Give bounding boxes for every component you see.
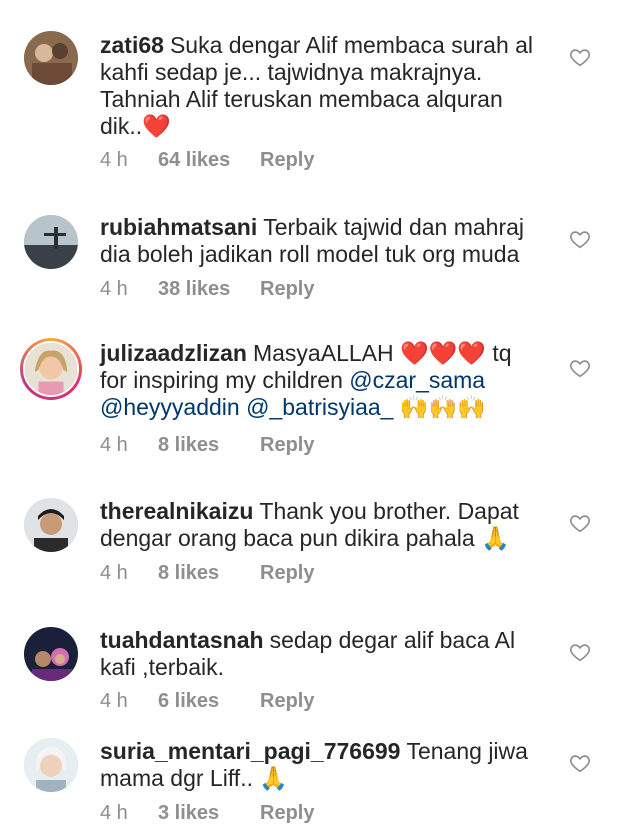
- heart-icon[interactable]: [569, 752, 591, 774]
- heart-emoji: ❤️: [142, 113, 171, 139]
- comment-time: 4 h: [100, 690, 128, 712]
- reply-button[interactable]: Reply: [260, 562, 314, 585]
- pray-emoji: 🙏: [481, 525, 510, 551]
- avatar[interactable]: [24, 31, 78, 85]
- avatar-photo-icon: [24, 627, 78, 681]
- comment-meta: 4 h 3 likes Reply: [100, 802, 314, 825]
- reply-button[interactable]: Reply: [260, 278, 314, 301]
- comment-likes[interactable]: 38 likes: [158, 278, 260, 301]
- comment-time: 4 h: [100, 562, 128, 584]
- comment-list: zati68 Suka dengar Alif membaca surah al …: [0, 0, 623, 834]
- comment-text: zati68 Suka dengar Alif membaca surah al …: [100, 32, 540, 140]
- comment-time: 4 h: [100, 434, 128, 456]
- pray-emoji: 🙏: [259, 765, 289, 791]
- comment-username[interactable]: tuahdantasnah: [100, 627, 264, 653]
- comment-text: suria_mentari_pagi_776699 Tenang jiwa mam…: [100, 738, 540, 792]
- comment-meta: 4 h 38 likes Reply: [100, 278, 314, 301]
- raised-hands-emoji: 🙌🙌🙌: [399, 394, 486, 420]
- comment-text: rubiahmatsani Terbaik tajwid dan mahraj d…: [100, 214, 540, 268]
- heart-icon[interactable]: [569, 641, 591, 663]
- heart-emoji: ❤️❤️❤️: [400, 340, 486, 366]
- heart-icon[interactable]: [569, 46, 591, 68]
- comment-likes[interactable]: 8 likes: [158, 434, 260, 457]
- mention-link[interactable]: @czar_sama: [349, 367, 485, 393]
- avatar[interactable]: [24, 215, 78, 269]
- comment-likes[interactable]: 3 likes: [158, 802, 260, 825]
- comment-text: tuahdantasnah sedap degar alif baca Al ka…: [100, 627, 540, 681]
- avatar-photo-icon: [24, 215, 78, 269]
- comment-time: 4 h: [100, 802, 128, 824]
- comment-username[interactable]: suria_mentari_pagi_776699: [100, 738, 400, 764]
- comment-likes[interactable]: 64 likes: [158, 149, 260, 172]
- comment-username[interactable]: julizaadzlizan: [100, 340, 247, 366]
- comment-meta: 4 h 64 likes Reply: [100, 149, 314, 172]
- comment-time: 4 h: [100, 278, 128, 300]
- mention-link[interactable]: @heyyyaddin: [100, 394, 240, 420]
- comment-username[interactable]: therealnikaizu: [100, 498, 253, 524]
- comment-likes[interactable]: 6 likes: [158, 690, 260, 713]
- comment-likes[interactable]: 8 likes: [158, 562, 260, 585]
- mention-link[interactable]: @_batrisyiaa_: [246, 394, 393, 420]
- avatar[interactable]: [24, 627, 78, 681]
- avatar-photo-icon: [24, 31, 78, 85]
- comment-meta: 4 h 8 likes Reply: [100, 562, 314, 585]
- reply-button[interactable]: Reply: [260, 149, 314, 172]
- avatar-photo-icon: [24, 738, 78, 792]
- heart-icon[interactable]: [569, 357, 591, 379]
- avatar-photo-icon: [25, 343, 77, 395]
- avatar[interactable]: [24, 738, 78, 792]
- avatar[interactable]: [24, 498, 78, 552]
- comment-text: julizaadzlizan MasyaALLAH ❤️❤️❤️ tq for i…: [100, 340, 540, 421]
- comment-body: MasyaALLAH: [252, 340, 394, 366]
- comment-username[interactable]: rubiahmatsani: [100, 214, 257, 240]
- comment-meta: 4 h 6 likes Reply: [100, 690, 314, 713]
- avatar-photo-icon: [24, 498, 78, 552]
- comment-time: 4 h: [100, 149, 128, 171]
- comment-username[interactable]: zati68: [100, 32, 164, 58]
- reply-button[interactable]: Reply: [260, 690, 314, 713]
- heart-icon[interactable]: [569, 512, 591, 534]
- avatar-story-ring[interactable]: [20, 338, 82, 400]
- heart-icon[interactable]: [569, 228, 591, 250]
- comment-meta: 4 h 8 likes Reply: [100, 434, 314, 457]
- reply-button[interactable]: Reply: [260, 434, 314, 457]
- reply-button[interactable]: Reply: [260, 802, 314, 825]
- comment-text: therealnikaizu Thank you brother. Dapat d…: [100, 498, 540, 552]
